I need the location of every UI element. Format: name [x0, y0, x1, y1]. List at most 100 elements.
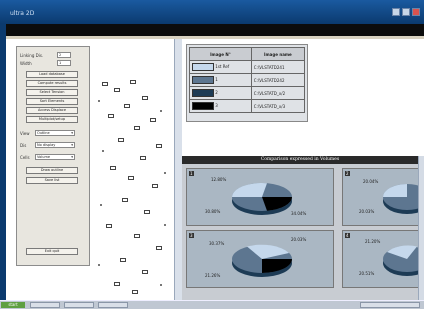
graph-node[interactable] — [106, 224, 112, 228]
graph-point — [164, 224, 166, 226]
graph-node[interactable] — [124, 104, 130, 108]
linking-distance-input[interactable]: 2 — [57, 52, 71, 58]
network-graph[interactable] — [94, 74, 174, 304]
window-titlebar: ultra 2D — [0, 0, 424, 24]
view-label: View — [20, 131, 30, 136]
graph-node[interactable] — [150, 118, 156, 122]
graph-node[interactable] — [122, 198, 128, 202]
graph-node[interactable] — [132, 290, 138, 294]
comparison-title: Comparison expressed in Volumes — [182, 156, 418, 164]
pie-label: 30.80% — [205, 209, 221, 214]
compute-results-button[interactable]: Compute results — [26, 80, 78, 87]
graph-node[interactable] — [140, 156, 146, 160]
chart-card: 3 30.37% 20.03% 21.26% — [186, 230, 334, 288]
display-select[interactable]: No display ▾ — [35, 142, 75, 148]
legend-header-row: Image N° Image name — [189, 47, 306, 61]
chevron-down-icon: ▾ — [71, 131, 73, 135]
start-button[interactable]: start — [1, 302, 25, 308]
cells-select[interactable]: Volume ▾ — [35, 154, 75, 160]
graph-node[interactable] — [156, 246, 162, 250]
chart-card: 4 21.20% 20.51% — [342, 230, 424, 288]
graph-node[interactable] — [108, 114, 114, 118]
graph-scrollbar[interactable] — [174, 39, 182, 300]
graph-node[interactable] — [142, 270, 148, 274]
app-window: Linking Dis. 2 Width 1 Load database Com… — [6, 24, 424, 300]
legend-swatch — [192, 76, 214, 84]
graph-node[interactable] — [120, 258, 126, 262]
legend-row: 3 C:\VLSTATD_x/3 — [189, 99, 306, 113]
pie-chart — [383, 245, 424, 276]
window-title: ultra 2D — [10, 10, 35, 17]
close-button[interactable] — [412, 8, 420, 16]
pie-label: 20.03% — [291, 237, 307, 242]
comparison-section: Comparison expressed in Volumes 1 12.80%… — [182, 156, 424, 300]
sort-elements-button[interactable]: Sort Elements — [26, 98, 78, 105]
graph-node[interactable] — [156, 144, 162, 148]
app-header-band — [6, 24, 424, 36]
display-select-value: No display — [37, 143, 56, 147]
graph-node[interactable] — [130, 80, 136, 84]
legend-cell-index: 3 — [189, 99, 252, 113]
graph-node[interactable] — [128, 176, 134, 180]
save-list-button[interactable]: Save list — [26, 177, 78, 184]
pie-label: 30.37% — [209, 241, 225, 246]
graph-node[interactable] — [134, 234, 140, 238]
app-toolbar-strip — [6, 36, 424, 39]
graph-point — [98, 264, 100, 266]
pie-chart — [232, 183, 292, 215]
graph-node[interactable] — [144, 210, 150, 214]
pie-label: 12.80% — [211, 177, 227, 182]
pie-label: 20.51% — [359, 271, 375, 276]
legend-swatch — [192, 63, 214, 71]
draw-outline-button[interactable]: Draw outline — [26, 167, 78, 174]
graph-point — [160, 110, 162, 112]
pie-chart — [232, 244, 292, 277]
graph-node[interactable] — [142, 96, 148, 100]
graph-point — [160, 284, 162, 286]
view-select[interactable]: Outline ▾ — [35, 130, 75, 136]
load-database-button[interactable]: Load database — [26, 71, 78, 78]
select-tension-button[interactable]: Select Tension — [26, 89, 78, 96]
legend-cell-index: 2 — [189, 86, 252, 100]
view-select-value: Outline — [37, 131, 50, 135]
legend-cell-name: C:\VLSTATD_x/3 — [250, 99, 306, 113]
maximize-button[interactable] — [402, 8, 410, 16]
display-label: Dis — [20, 143, 27, 148]
legend-row: 1 C:\VLSTATD242 — [189, 73, 306, 87]
pie-chart — [383, 184, 424, 214]
chevron-down-icon: ▾ — [71, 155, 73, 159]
pie-label: 34.04% — [291, 211, 307, 216]
graph-point — [102, 150, 104, 152]
legend-index: 3 — [215, 103, 218, 108]
graph-node[interactable] — [114, 282, 120, 286]
graph-node[interactable] — [114, 88, 120, 92]
taskbar-item[interactable] — [64, 302, 94, 308]
graph-node[interactable] — [102, 82, 108, 86]
legend-table: Image N° Image name 1st Ref C:\VLSTATD24… — [189, 47, 306, 113]
image-legend: Image N° Image name 1st Ref C:\VLSTATD24… — [186, 44, 308, 122]
cells-select-value: Volume — [37, 155, 51, 159]
legend-cell-index: 1 — [189, 73, 252, 87]
pie-slice — [383, 184, 407, 197]
taskbar-item[interactable] — [30, 302, 60, 308]
taskbar-item[interactable] — [98, 302, 128, 308]
multiplot-setup-button[interactable]: Multiplot/setup — [26, 116, 78, 123]
legend-header-image-number: Image N° — [189, 47, 252, 61]
system-tray — [360, 302, 420, 308]
graph-point — [98, 100, 100, 102]
access-displace-button[interactable]: Access Displace — [26, 107, 78, 114]
graph-node[interactable] — [152, 184, 158, 188]
legend-cell-name: C:\VLSTATD242 — [250, 73, 306, 87]
legend-header-image-name: Image name — [250, 47, 306, 61]
pie-label: 21.20% — [365, 239, 381, 244]
charts-scrollbar[interactable] — [418, 156, 424, 300]
legend-index: 2 — [215, 90, 218, 95]
graph-node[interactable] — [134, 126, 140, 130]
pie-slice — [262, 197, 292, 211]
graph-node[interactable] — [118, 138, 124, 142]
minimize-button[interactable] — [392, 8, 400, 16]
graph-node[interactable] — [110, 166, 116, 170]
legend-row: 2 C:\VLSTATD_x/2 — [189, 86, 306, 100]
exit-button[interactable]: Exit quit — [26, 248, 78, 255]
width-input[interactable]: 1 — [57, 60, 71, 66]
